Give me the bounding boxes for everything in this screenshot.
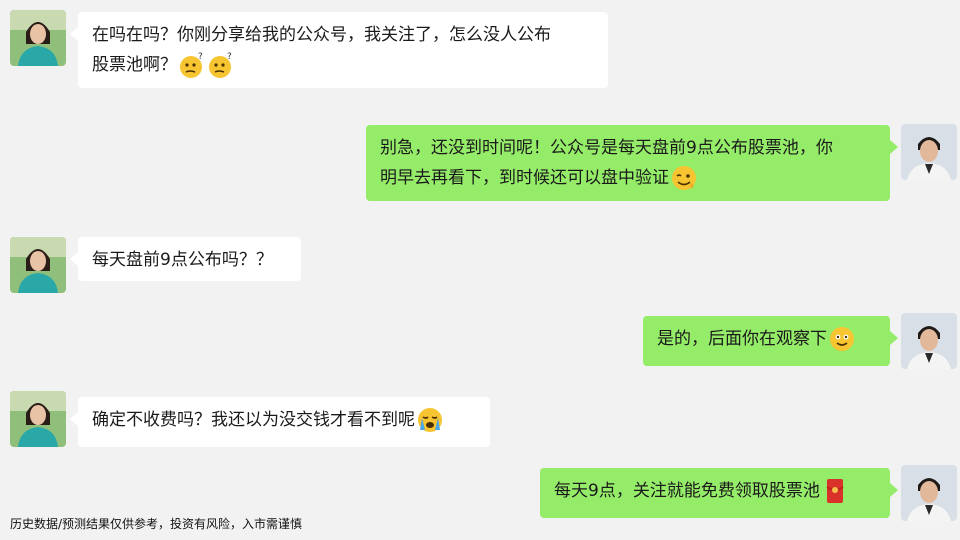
red-packet-icon [821, 477, 849, 505]
avatar-male[interactable] [901, 313, 957, 369]
message-bubble[interactable]: 每天9点，关注就能免费领取股票池 [540, 468, 898, 518]
message-text-line: 别急，还没到时间呢！公众号是每天盘前9点公布股票池，你 [380, 138, 833, 158]
message-text-line: 明早去再看下，到时候还可以盘中验证 [380, 168, 669, 188]
message-bubble[interactable]: 别急，还没到时间呢！公众号是每天盘前9点公布股票池，你 明早去再看下，到时候还可… [366, 125, 898, 201]
disclaimer-text: 历史数据/预测结果仅供参考，投资有风险，入市需谨慎 [10, 517, 303, 531]
thinking-face-icon: ? [178, 51, 206, 79]
message-text-line: 在吗在吗？你刚分享给我的公众号，我关注了，怎么没人公布 [92, 25, 551, 45]
thinking-face-icon: ? [207, 51, 235, 79]
message-bubble[interactable]: 每天盘前9点公布吗？？ [70, 237, 301, 281]
svg-text:?: ? [198, 52, 203, 62]
crying-face-icon [416, 406, 444, 434]
avatar-female[interactable] [10, 10, 66, 66]
message-text-line: 确定不收费吗？我还以为没交钱才看不到呢 [92, 410, 415, 430]
message-text-line: 每天9点，关注就能免费领取股票池 [554, 481, 820, 501]
message-bubble[interactable]: 确定不收费吗？我还以为没交钱才看不到呢 [70, 397, 490, 447]
svg-text:?: ? [227, 52, 232, 62]
message-bubble[interactable]: 在吗在吗？你刚分享给我的公众号，我关注了，怎么没人公布 股票池啊？?? [70, 12, 608, 88]
message-bubble[interactable]: 是的，后面你在观察下 [643, 316, 898, 366]
avatar-male[interactable] [901, 465, 957, 521]
avatar-female[interactable] [10, 391, 66, 447]
message-text-line: 股票池啊？ [92, 55, 177, 75]
avatar-male[interactable] [901, 124, 957, 180]
smile-face-icon [828, 325, 856, 353]
wink-face-icon [670, 164, 698, 192]
message-text-line: 每天盘前9点公布吗？？ [92, 250, 273, 270]
message-text-line: 是的，后面你在观察下 [657, 329, 827, 349]
avatar-female[interactable] [10, 237, 66, 293]
